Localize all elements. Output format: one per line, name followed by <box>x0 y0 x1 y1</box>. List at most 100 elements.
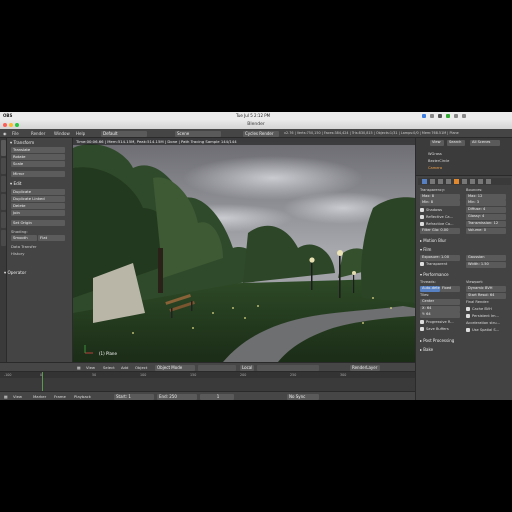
delete-button[interactable]: Delete <box>11 203 65 209</box>
start-frame-field[interactable]: Start: 1 <box>114 393 154 400</box>
menu-help[interactable]: Help <box>76 129 85 138</box>
shading-buttons[interactable] <box>198 364 236 371</box>
post-processing-panel-header[interactable]: ▸ Post Processing <box>420 338 454 343</box>
notification-icon[interactable] <box>462 114 466 118</box>
bounces-min-field[interactable]: Min: 3 <box>466 200 506 206</box>
refractive-caustics-checkbox[interactable] <box>420 222 424 226</box>
outliner-row[interactable]: Camera <box>428 166 442 170</box>
exposure-field[interactable]: Exposure: 1.00 <box>420 255 460 261</box>
edit-header[interactable]: ▾ Edit <box>10 181 22 186</box>
reflective-caustics-checkbox[interactable] <box>420 215 424 219</box>
world-tab-icon[interactable] <box>446 179 451 184</box>
spatial-splits-checkbox[interactable] <box>466 328 470 332</box>
rotate-button[interactable]: Rotate <box>11 154 65 160</box>
transmission-field[interactable]: Transmission: 12 <box>466 221 506 227</box>
save-buffers-checkbox[interactable] <box>420 327 424 331</box>
filter-width-field[interactable]: Width: 1.50 <box>466 262 506 268</box>
tab-relations[interactable] <box>1 176 6 192</box>
transform-header[interactable]: ▾ Transform <box>10 140 34 145</box>
cache-bvh-checkbox[interactable] <box>466 307 470 311</box>
join-button[interactable]: Join <box>11 210 65 216</box>
material-tab-icon[interactable] <box>478 179 483 184</box>
end-frame-field[interactable]: End: 250 <box>157 393 197 400</box>
scene-tab-icon[interactable] <box>438 179 443 184</box>
tile-y-field[interactable]: Y: 64 <box>420 312 460 318</box>
tab-tools[interactable] <box>1 140 6 156</box>
search-icon[interactable] <box>454 114 458 118</box>
sync-select[interactable]: No Sync <box>287 393 319 400</box>
3d-viewport[interactable]: Time:00:06.66 | Mem:514.15M, Peak:514.15… <box>73 138 415 362</box>
flat-button[interactable]: Flat <box>38 235 65 241</box>
scale-button[interactable]: Scale <box>11 161 65 167</box>
tile-x-field[interactable]: X: 64 <box>420 306 460 312</box>
zoom-icon[interactable] <box>15 122 19 127</box>
render-engine-select[interactable]: Cycles Render <box>243 130 279 137</box>
battery-icon[interactable] <box>446 114 450 118</box>
render-tab-icon[interactable] <box>422 179 427 184</box>
menu-window[interactable]: Window <box>54 129 70 138</box>
tab-grease-pencil[interactable] <box>1 230 6 246</box>
viewport-bvh-select[interactable]: Dynamic BVH <box>466 286 506 292</box>
menu-playback[interactable]: Playback <box>74 392 91 400</box>
operator-header[interactable]: ▾ Operator <box>4 270 26 275</box>
menu-render[interactable]: Render <box>31 129 45 138</box>
modifiers-tab-icon[interactable] <box>462 179 467 184</box>
close-icon[interactable] <box>3 122 7 127</box>
blender-logo-icon[interactable]: ◉ <box>3 129 7 138</box>
set-origin-select[interactable]: Set Origin <box>11 220 65 226</box>
start-resolution-field[interactable]: Start Resol: 64 <box>466 293 506 299</box>
menu-marker[interactable]: Marker <box>33 392 46 400</box>
progressive-refine-checkbox[interactable] <box>420 320 424 324</box>
smooth-button[interactable]: Smooth <box>11 235 37 241</box>
data-tab-icon[interactable] <box>470 179 475 184</box>
bounces-max-field[interactable]: Max: 12 <box>466 194 506 200</box>
wifi-icon[interactable] <box>438 114 442 118</box>
translate-button[interactable]: Translate <box>11 147 65 153</box>
persistent-images-checkbox[interactable] <box>466 314 470 318</box>
performance-panel-header[interactable]: ▾ Performance <box>420 272 449 277</box>
minimize-icon[interactable] <box>9 122 13 127</box>
menu-frame[interactable]: Frame <box>54 392 66 400</box>
transparency-min-field[interactable]: Min: 8 <box>420 200 460 206</box>
mode-select[interactable]: Object Mode <box>155 364 195 371</box>
shadows-checkbox[interactable] <box>420 208 424 212</box>
current-frame-field[interactable]: 1 <box>200 393 234 400</box>
obs-icon[interactable] <box>422 114 426 118</box>
timeline-editor-icon[interactable]: ▦ <box>4 392 8 400</box>
tab-animation[interactable] <box>1 194 6 210</box>
duplicate-linked-button[interactable]: Duplicate Linked <box>11 196 65 202</box>
filter-type-select[interactable]: Gaussian <box>466 255 506 261</box>
bake-panel-header[interactable]: ▸ Bake <box>420 347 433 352</box>
orientation-select[interactable]: Local <box>240 364 254 371</box>
current-frame-marker[interactable] <box>42 372 43 392</box>
outliner-row[interactable]: WGrass <box>428 152 442 156</box>
menu-view[interactable]: View <box>13 392 22 400</box>
volume-field[interactable]: Volume: 0 <box>466 228 506 234</box>
texture-tab-icon[interactable] <box>486 179 491 184</box>
motion-blur-panel-header[interactable]: ▸ Motion Blur <box>420 238 446 243</box>
transparent-checkbox[interactable] <box>420 262 424 266</box>
layers-tab-icon[interactable] <box>430 179 435 184</box>
duplicate-button[interactable]: Duplicate <box>11 189 65 195</box>
diffuse-field[interactable]: Diffuse: 4 <box>466 207 506 213</box>
threads-auto-button[interactable]: Auto-detect <box>420 286 440 292</box>
scene-select[interactable]: Scene <box>175 130 221 137</box>
tab-create[interactable] <box>1 158 6 174</box>
threads-fixed-button[interactable]: Fixed <box>440 286 460 292</box>
outliner-search-menu[interactable]: Search <box>447 140 465 146</box>
object-tab-icon[interactable] <box>454 179 459 184</box>
timeline[interactable]: -100 0 50 100 150 200 250 300 <box>0 371 415 392</box>
menu-file[interactable]: File <box>12 129 19 138</box>
filter-glossy-field[interactable]: Filter Glo: 0.00 <box>420 228 460 234</box>
layer-buttons[interactable] <box>257 364 319 371</box>
status-icon[interactable] <box>430 114 434 118</box>
film-panel-header[interactable]: ▾ Film <box>420 247 431 252</box>
render-layer-select[interactable]: RenderLayer <box>350 364 380 371</box>
layout-select[interactable]: Default <box>101 130 147 137</box>
outliner-row[interactable]: BezierCircle <box>428 159 449 163</box>
transparency-max-field[interactable]: Max: 8 <box>420 194 460 200</box>
outliner-view-menu[interactable]: View <box>430 140 444 146</box>
macos-app-name[interactable]: OBS <box>3 112 12 120</box>
glossy-field[interactable]: Glossy: 4 <box>466 214 506 220</box>
tile-order-select[interactable]: Center <box>420 299 460 305</box>
